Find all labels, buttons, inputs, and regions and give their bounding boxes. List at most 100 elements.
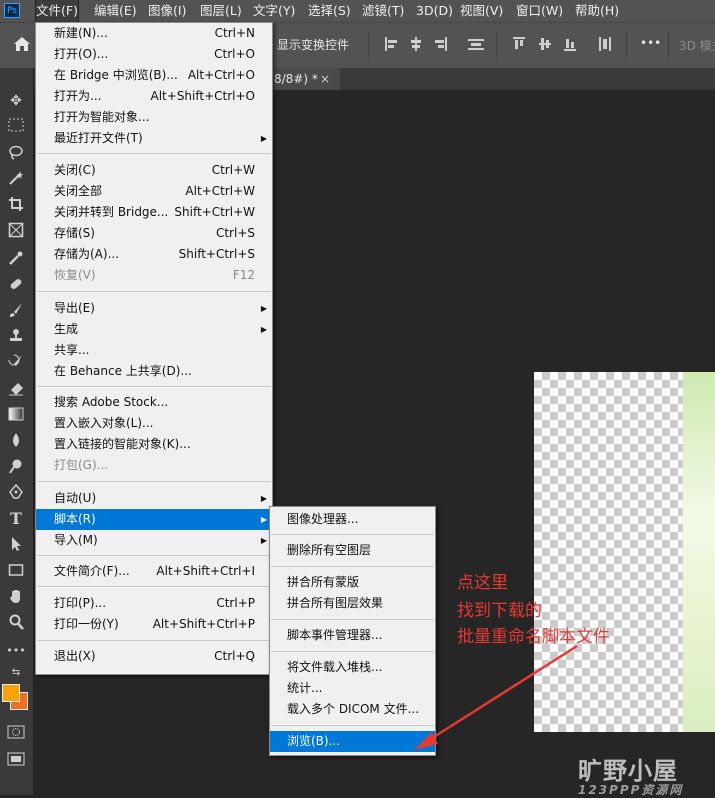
menu-separator [37,555,271,556]
menu-item-flatten-all-layer-effects[interactable]: 拼合所有图层效果 [270,593,435,614]
eyedropper-icon[interactable] [6,250,26,268]
menu-3d[interactable]: 3D(D) [416,0,453,22]
submenu-arrow-icon: ▶ [260,304,267,313]
close-tab-icon[interactable]: × [320,68,330,90]
distribute-vertical-icon[interactable] [598,36,612,52]
rectangle-icon[interactable] [6,562,26,580]
menu-separator [37,153,271,154]
distribute-icon[interactable] [468,36,484,52]
menu-item-share-on-behance[interactable]: 在 Behance 上共享(D)... [36,361,272,382]
menu-view[interactable]: 视图(V) [460,0,503,22]
blur-icon[interactable] [6,432,26,450]
menu-item-scripts[interactable]: 脚本(R) ▶ [36,509,272,530]
3d-mode-label[interactable]: 3D 模式 [679,37,715,54]
menu-type[interactable]: 文字(Y) [253,0,295,22]
menu-item-save[interactable]: 存储(S) Ctrl+S [36,223,272,244]
submenu-arrow-icon: ▶ [260,515,267,524]
menu-item-place-linked[interactable]: 置入链接的智能对象(K)... [36,434,272,455]
pen-icon[interactable] [6,483,26,502]
menu-item-print[interactable]: 打印(P)... Ctrl+P [36,593,272,614]
file-menu-dropdown: 新建(N)... Ctrl+N 打开(O)... Ctrl+O 在 Bridge 中… [35,22,273,675]
menu-select[interactable]: 选择(S) [308,0,351,22]
magic-wand-icon[interactable] [6,170,26,188]
menu-item-export[interactable]: 导出(E) ▶ [36,298,272,319]
menu-item-place-embedded[interactable]: 置入嵌入对象(L)... [36,413,272,434]
menu-separator [37,291,271,292]
quick-mask-icon[interactable] [7,725,25,742]
menu-item-import[interactable]: 导入(M) ▶ [36,530,272,551]
menu-item-generate[interactable]: 生成 ▶ [36,319,272,340]
menu-item-close-all[interactable]: 关闭全部 Alt+Ctrl+W [36,181,272,202]
menu-help[interactable]: 帮助(H) [575,0,619,22]
menu-item-exit[interactable]: 退出(X) Ctrl+Q [36,646,272,667]
align-middle-icon[interactable] [538,36,552,52]
healing-brush-icon[interactable] [6,276,26,294]
menu-item-search-adobe-stock[interactable]: 搜索 Adobe Stock... [36,392,272,413]
path-selection-icon[interactable] [6,536,26,554]
eraser-icon[interactable] [6,380,26,398]
align-top-icon[interactable] [512,36,526,52]
options-divider [668,32,669,58]
align-bottom-icon[interactable] [563,36,577,52]
foreground-color-swatch[interactable] [2,684,20,702]
menu-item-flatten-all-masks[interactable]: 拼合所有蒙版 [270,572,435,593]
zoom-icon[interactable] [6,614,26,632]
menu-separator [271,566,434,567]
align-left-icon[interactable] [384,36,398,52]
hand-icon[interactable] [6,588,26,606]
options-divider [496,32,497,58]
menu-layer[interactable]: 图层(L) [200,0,242,22]
type-icon[interactable]: T [6,510,26,528]
menu-separator [271,619,434,620]
document-tab[interactable]: 8/8#) * × [272,68,340,90]
brush-icon[interactable] [6,302,26,320]
menu-separator [271,534,434,535]
menu-item-share[interactable]: 共享... [36,340,272,361]
move-icon[interactable]: ✥ [6,92,26,110]
menu-separator [37,586,271,587]
swap-colors-icon[interactable]: ⇆ [6,664,26,682]
menu-item-image-processor[interactable]: 图像处理器... [270,509,435,530]
annotation-arrow-icon [414,644,578,750]
menu-item-close[interactable]: 关闭(C) Ctrl+W [36,160,272,181]
submenu-arrow-icon: ▶ [260,536,267,545]
home-icon[interactable] [12,35,32,53]
menu-item-automate[interactable]: 自动(U) ▶ [36,488,272,509]
menu-item-open-as-smart-object[interactable]: 打开为智能对象... [36,107,272,128]
screen-mode-icon[interactable] [7,752,25,769]
menu-bar: Ps 文件(F) 编辑(E) 图像(I) 图层(L) 文字(Y) 选择(S) 滤… [0,0,715,23]
menu-filter[interactable]: 滤镜(T) [362,0,404,22]
menu-edit[interactable]: 编辑(E) [94,0,137,22]
submenu-arrow-icon: ▶ [260,325,267,334]
show-transform-controls-label[interactable]: 显示变换控件 [277,36,349,53]
menu-image[interactable]: 图像(I) [148,0,186,22]
menu-item-close-and-go-to-bridge[interactable]: 关闭并转到 Bridge... Shift+Ctrl+W [36,202,272,223]
annotation-line-1: 点这里 [457,573,508,593]
menu-item-open-as[interactable]: 打开为... Alt+Shift+Ctrl+O [36,86,272,107]
frame-icon[interactable] [6,222,26,240]
menu-item-file-info[interactable]: 文件简介(F)... Alt+Shift+Ctrl+I [36,561,272,582]
menu-item-new[interactable]: 新建(N)... Ctrl+N [36,23,272,44]
canvas-image-preview[interactable] [683,372,715,732]
menu-item-browse-in-bridge[interactable]: 在 Bridge 中浏览(B)... Alt+Ctrl+O [36,65,272,86]
submenu-arrow-icon: ▶ [260,494,267,503]
menu-window[interactable]: 窗口(W) [516,0,563,22]
lasso-icon[interactable] [6,144,26,162]
menu-item-delete-empty-layers[interactable]: 删除所有空图层 [270,540,435,561]
more-options-icon[interactable]: ••• [640,36,661,50]
clone-stamp-icon[interactable] [6,328,26,346]
align-center-icon[interactable] [409,36,423,52]
menu-item-print-one-copy[interactable]: 打印一份(Y) Alt+Shift+Ctrl+P [36,614,272,635]
history-brush-icon[interactable] [6,354,26,372]
menu-file[interactable]: 文件(F) [35,0,79,23]
align-right-icon[interactable] [434,36,448,52]
annotation-line-2: 找到下载的 [457,601,542,621]
menu-item-save-as[interactable]: 存储为(A)... Shift+Ctrl+S [36,244,272,265]
gradient-icon[interactable] [6,406,26,424]
crop-icon[interactable] [6,196,26,214]
dodge-icon[interactable] [6,458,26,476]
menu-item-open-recent[interactable]: 最近打开文件(T) ▶ [36,128,272,149]
menu-item-open[interactable]: 打开(O)... Ctrl+O [36,44,272,65]
marquee-icon[interactable] [6,118,26,136]
more-tools-icon[interactable]: ••• [6,642,26,660]
